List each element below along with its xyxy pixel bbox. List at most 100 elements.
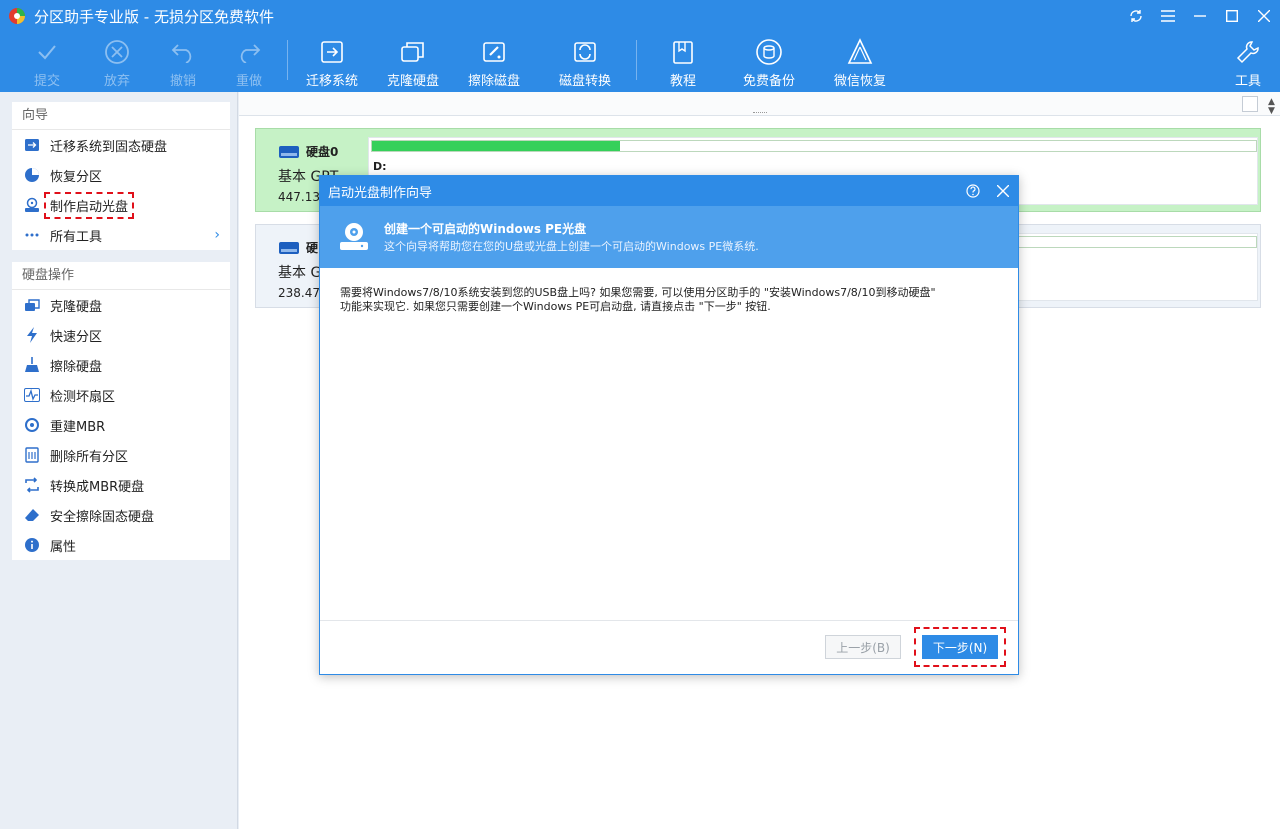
redo-label: 重做 — [235, 74, 262, 89]
refresh-icon[interactable] — [1120, 0, 1152, 32]
prev-button[interactable]: 上一步(B) — [825, 635, 901, 659]
boot-disc-wizard-dialog: 启动光盘制作向导 创建一个可启动的Windows PE光盘 这个向导将帮助您在您… — [319, 175, 1019, 675]
submit-button[interactable]: 提交 — [12, 36, 82, 90]
sidebar-item-rebuild-mbr[interactable]: 重建MBR — [12, 410, 230, 440]
wechat-recover-button[interactable]: 微信恢复 — [825, 36, 895, 90]
scrollbar[interactable]: ▲ ▼ — [1268, 98, 1278, 116]
info-icon — [24, 537, 40, 553]
banner-title: 创建一个可启动的Windows PE光盘 — [384, 222, 587, 236]
help-icon[interactable] — [958, 176, 988, 206]
sidebar-item-clone-disk[interactable]: 克隆硬盘 — [12, 290, 230, 320]
usage-bar — [371, 140, 1257, 152]
submit-label: 提交 — [33, 74, 60, 89]
sidebar-item-label: 检测坏扇区 — [50, 389, 116, 405]
sidebar-item-secure-erase-ssd[interactable]: 安全擦除固态硬盘 — [12, 500, 230, 530]
sidebar-item-label: 快速分区 — [50, 329, 103, 345]
undo-button[interactable]: 撤销 — [148, 36, 218, 90]
disk-ops-panel: 硬盘操作 克隆硬盘 快速分区 擦除硬盘 检测坏扇区 重建MBR 删除所有分区 转… — [12, 262, 230, 560]
tools-label: 工具 — [1234, 74, 1261, 89]
splitter-handle[interactable] — [753, 112, 767, 114]
disk-name: 硬 — [306, 241, 319, 255]
eraser-icon — [24, 507, 40, 523]
wipe-disk-icon — [480, 36, 508, 68]
hard-drive-icon — [279, 145, 299, 158]
sidebar-item-wipe-disk[interactable]: 擦除硬盘 — [12, 350, 230, 380]
next-button[interactable]: 下一步(N) — [922, 635, 998, 659]
close-button[interactable] — [1248, 0, 1280, 32]
disk-convert-label: 磁盘转换 — [558, 74, 611, 89]
sidebar-item-properties[interactable]: 属性 — [12, 530, 230, 560]
main-top-bar: ▲ ▼ — [239, 92, 1280, 116]
maximize-button[interactable] — [1216, 0, 1248, 32]
tutorial-button[interactable]: 教程 — [648, 36, 718, 90]
toolbar-separator — [287, 40, 288, 80]
wechat-recover-label: 微信恢复 — [833, 74, 886, 89]
recover-icon — [846, 36, 874, 68]
sidebar-item-recover-partition[interactable]: 恢复分区 — [12, 160, 230, 190]
sidebar-item-label: 所有工具 — [50, 229, 103, 245]
dialog-banner: 创建一个可启动的Windows PE光盘 这个向导将帮助您在您的U盘或光盘上创建… — [320, 206, 1018, 268]
sidebar-item-label: 属性 — [50, 539, 77, 555]
migrate-os-icon — [318, 36, 346, 68]
dialog-body: 需要将Windows7/8/10系统安装到您的USB盘上吗? 如果您需要, 可以… — [340, 286, 1000, 314]
minimize-button[interactable] — [1184, 0, 1216, 32]
sidebar-item-bootable-disc[interactable]: 制作启动光盘 — [12, 190, 230, 220]
view-toggle-icon[interactable] — [1242, 96, 1258, 112]
disk-convert-icon — [571, 36, 599, 68]
dialog-title: 启动光盘制作向导 — [328, 185, 433, 201]
next-button-highlight: 下一步(N) — [914, 627, 1006, 667]
discard-button[interactable]: 放弃 — [82, 36, 152, 90]
migrate-os-button[interactable]: 迁移系统 — [297, 36, 367, 90]
dialog-close-button[interactable] — [988, 176, 1018, 206]
migrate-icon — [24, 137, 40, 153]
cancel-circle-icon — [104, 36, 130, 68]
scroll-down-icon[interactable]: ▼ — [1268, 107, 1278, 116]
partition-label: D: — [373, 160, 387, 173]
sidebar-item-label: 克隆硬盘 — [50, 299, 103, 315]
body-text-line1: 需要将Windows7/8/10系统安装到您的USB盘上吗? 如果您需要, 可以… — [340, 286, 936, 299]
wizard-header: 向导 — [12, 102, 230, 130]
redo-icon — [236, 36, 262, 68]
sidebar-item-quick-partition[interactable]: 快速分区 — [12, 320, 230, 350]
sidebar-item-convert-mbr[interactable]: 转换成MBR硬盘 — [12, 470, 230, 500]
delete-icon — [24, 447, 40, 463]
dialog-footer: 上一步(B) 下一步(N) — [320, 620, 1018, 674]
clone-disk-icon — [399, 36, 427, 68]
chevron-right-icon: › — [214, 227, 220, 243]
lightning-icon — [24, 327, 40, 343]
window-title: 分区助手专业版 - 无损分区免费软件 — [34, 7, 274, 26]
dots-icon — [24, 227, 40, 243]
rebuild-icon — [24, 417, 40, 433]
disk-type: 基本 G — [278, 265, 322, 281]
body-text-line2: 功能来实现它. 如果您只需要创建一个Windows PE可启动盘, 请直接点击 … — [340, 300, 771, 313]
sidebar-item-label: 删除所有分区 — [50, 449, 129, 465]
disk-convert-button[interactable]: 磁盘转换 — [550, 36, 620, 90]
clone-icon — [24, 297, 40, 313]
menu-icon[interactable] — [1152, 0, 1184, 32]
disk-name: 硬盘0 — [306, 145, 339, 159]
sidebar-item-migrate-ssd[interactable]: 迁移系统到固态硬盘 — [12, 130, 230, 160]
book-icon — [671, 36, 695, 68]
convert-icon — [24, 477, 40, 493]
free-backup-label: 免费备份 — [742, 74, 795, 89]
tutorial-label: 教程 — [669, 74, 696, 89]
sidebar-item-label: 转换成MBR硬盘 — [50, 479, 145, 495]
sidebar-item-label: 制作启动光盘 — [44, 191, 135, 219]
disk-info: 硬 基本 G 238.47 — [278, 239, 321, 300]
usage-fill — [372, 141, 620, 151]
sidebar-item-check-bad-sectors[interactable]: 检测坏扇区 — [12, 380, 230, 410]
wipe-disk-button[interactable]: 擦除磁盘 — [459, 36, 529, 90]
sidebar-item-all-tools[interactable]: 所有工具 › — [12, 220, 230, 250]
redo-button[interactable]: 重做 — [214, 36, 284, 90]
sidebar-item-label: 重建MBR — [50, 419, 106, 435]
clone-disk-button[interactable]: 克隆硬盘 — [378, 36, 448, 90]
wizard-panel: 向导 迁移系统到固态硬盘 恢复分区 制作启动光盘 所有工具 › — [12, 102, 230, 250]
tools-button[interactable]: 工具 — [1213, 36, 1280, 90]
hard-drive-icon — [279, 241, 299, 254]
bootable-disc-icon — [24, 197, 40, 213]
check-icon — [35, 36, 59, 68]
sidebar-item-delete-partitions[interactable]: 删除所有分区 — [12, 440, 230, 470]
free-backup-button[interactable]: 免费备份 — [734, 36, 804, 90]
sidebar-item-label: 擦除硬盘 — [50, 359, 103, 375]
tools-icon — [1235, 36, 1261, 68]
